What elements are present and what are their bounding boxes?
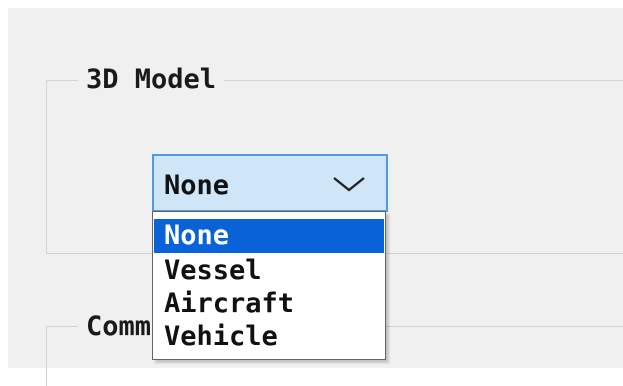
model-group-title: 3D Model bbox=[78, 66, 225, 93]
dropdown-option-vehicle[interactable]: Vehicle bbox=[154, 320, 384, 354]
model-combobox[interactable]: None bbox=[152, 154, 388, 212]
chevron-down-icon[interactable] bbox=[332, 175, 366, 193]
dropdown-option-none[interactable]: None bbox=[154, 219, 384, 253]
model-dropdown-list: None Vessel Aircraft Vehicle bbox=[152, 211, 386, 360]
combo-selected-value: None bbox=[164, 170, 230, 201]
comm-group-title-start: Comm bbox=[86, 311, 152, 342]
dropdown-option-aircraft[interactable]: Aircraft bbox=[154, 287, 384, 321]
dropdown-option-vessel[interactable]: Vessel bbox=[154, 254, 384, 288]
